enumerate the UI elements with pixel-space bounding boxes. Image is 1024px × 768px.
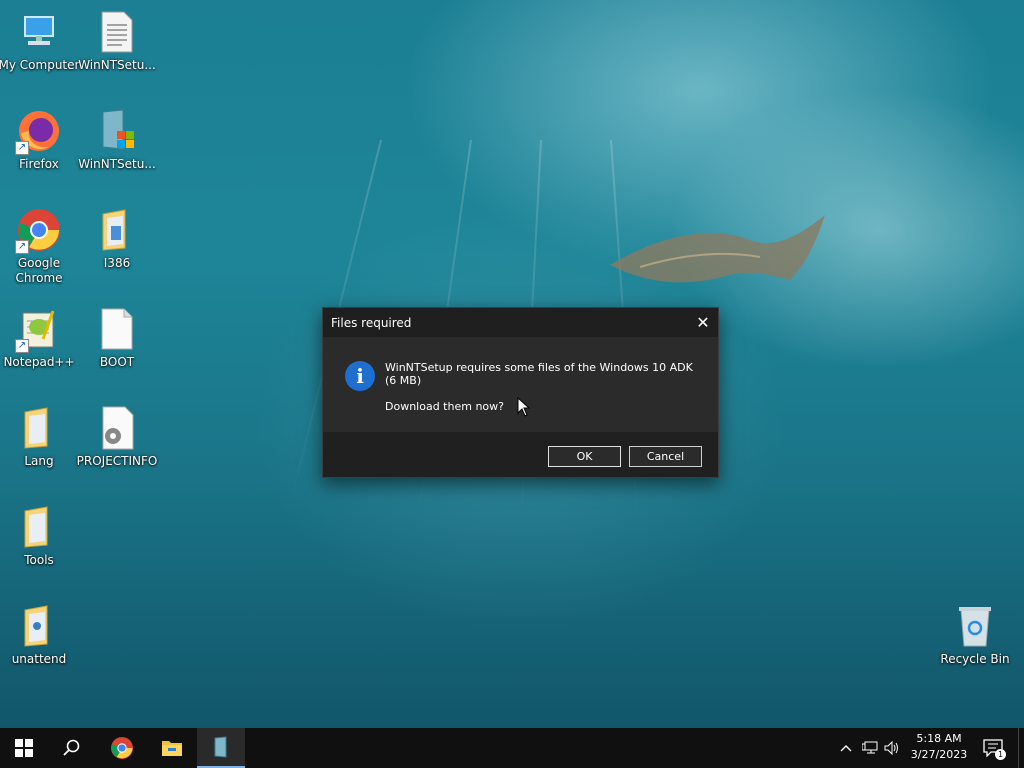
computer-icon	[15, 8, 63, 56]
desktop-icon-i386[interactable]: I386	[78, 206, 156, 271]
folder-icon	[93, 206, 141, 254]
search-icon	[63, 739, 80, 756]
chrome-icon: ↗	[15, 206, 63, 254]
icon-label: Google Chrome	[15, 256, 63, 285]
winntsetup-app-icon	[214, 736, 227, 758]
desktop-icon-recycle-bin[interactable]: Recycle Bin	[936, 602, 1014, 667]
shortcut-arrow-icon: ↗	[15, 339, 29, 353]
action-center-button[interactable]: 1	[980, 736, 1006, 760]
icon-label: BOOT	[99, 355, 135, 369]
start-button[interactable]	[0, 728, 48, 768]
icon-label: WinNTSetu...	[78, 157, 156, 171]
cancel-button[interactable]: Cancel	[629, 446, 702, 467]
icon-label: I386	[103, 256, 131, 270]
icon-label: Lang	[24, 454, 54, 468]
shortcut-arrow-icon: ↗	[15, 141, 29, 155]
desktop-icon-unattend[interactable]: unattend	[0, 602, 78, 667]
blank-file-icon	[93, 305, 141, 353]
dialog-message: WinNTSetup requires some files of the Wi…	[385, 361, 693, 387]
clock-time: 5:18 AM	[916, 732, 962, 745]
settings-file-icon	[93, 404, 141, 452]
icon-label: Firefox	[19, 157, 59, 171]
show-desktop-button[interactable]	[1018, 728, 1024, 768]
desktop-icon-winntsetup-exe[interactable]: WinNTSetu...	[78, 107, 156, 172]
folder-icon	[15, 602, 63, 650]
dialog-question: Download them now?	[385, 400, 504, 413]
windows-logo-icon	[15, 739, 33, 757]
files-required-dialog: Files required ✕ i WinNTSetup requires s…	[322, 307, 719, 478]
desktop-icon-my-computer[interactable]: My Computer	[0, 8, 80, 73]
dialog-button-bar: OK Cancel	[323, 432, 718, 477]
icon-label: Notepad++	[3, 355, 75, 369]
icon-label: PROJECTINFO	[76, 454, 158, 468]
mouse-cursor-icon	[517, 397, 531, 417]
taskbar-winntsetup-button[interactable]	[197, 728, 245, 768]
firefox-icon: ↗	[15, 107, 63, 155]
clock-date: 3/27/2023	[910, 748, 968, 761]
ok-button[interactable]: OK	[548, 446, 621, 467]
icon-label: Recycle Bin	[940, 652, 1010, 666]
volume-icon[interactable]	[884, 740, 900, 756]
chrome-icon	[111, 737, 133, 759]
icon-label: WinNTSetu...	[78, 58, 156, 72]
desktop-icon-notepadpp[interactable]: ↗ Notepad++	[0, 305, 78, 370]
taskbar: 5:18 AM 3/27/2023 1	[0, 728, 1024, 768]
dialog-title: Files required	[331, 315, 412, 330]
folder-icon	[15, 404, 63, 452]
close-icon[interactable]: ✕	[688, 308, 718, 337]
file-explorer-icon	[162, 741, 182, 756]
chevron-up-icon[interactable]	[838, 740, 854, 756]
desktop-icon-projectinfo[interactable]: PROJECTINFO	[76, 404, 158, 469]
notification-count-badge: 1	[995, 749, 1006, 760]
icon-label: unattend	[11, 652, 67, 666]
shortcut-arrow-icon: ↗	[15, 240, 29, 254]
desktop-icon-boot[interactable]: BOOT	[78, 305, 156, 370]
desktop-background: My Computer WinNTSetu... ↗ Firefox WinNT…	[0, 0, 1024, 728]
desktop-icon-tools[interactable]: Tools	[0, 503, 78, 568]
icon-label: My Computer	[0, 58, 80, 72]
network-icon[interactable]	[862, 740, 878, 756]
dialog-titlebar[interactable]: Files required ✕	[323, 308, 718, 337]
notepadpp-icon: ↗	[15, 305, 63, 353]
folder-icon	[15, 503, 63, 551]
taskbar-clock[interactable]: 5:18 AM 3/27/2023	[906, 731, 972, 763]
text-document-icon	[93, 8, 141, 56]
desktop-icon-google-chrome[interactable]: ↗ Google Chrome	[0, 206, 78, 286]
desktop-icon-lang[interactable]: Lang	[0, 404, 78, 469]
search-button[interactable]	[48, 728, 96, 768]
desktop-icon-winntsetup-txt[interactable]: WinNTSetu...	[78, 8, 156, 73]
desktop-icon-firefox[interactable]: ↗ Firefox	[0, 107, 78, 172]
taskbar-chrome-button[interactable]	[98, 728, 146, 768]
info-icon: i	[345, 361, 375, 391]
mermaid-tail-graphic	[610, 215, 825, 283]
icon-label: Tools	[24, 553, 54, 567]
recycle-bin-icon	[951, 602, 999, 650]
winntsetup-app-icon	[93, 107, 141, 155]
taskbar-file-explorer-button[interactable]	[148, 728, 196, 768]
